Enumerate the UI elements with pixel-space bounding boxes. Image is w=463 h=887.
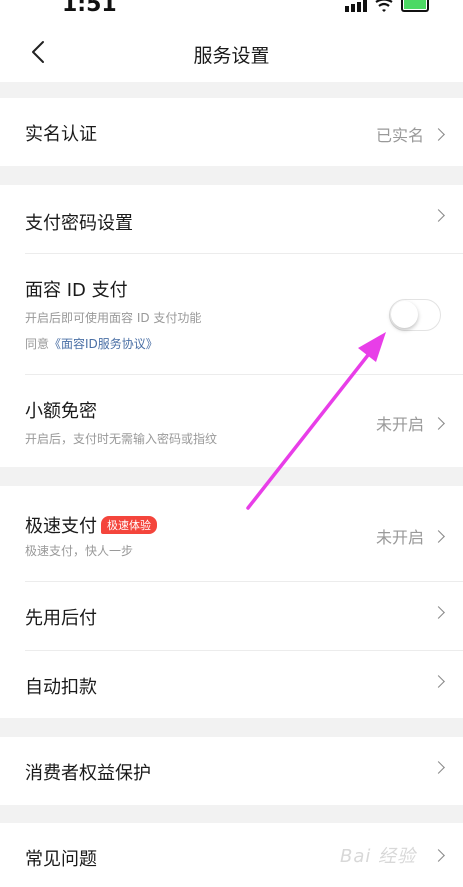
annotation-arrow-icon	[246, 332, 386, 510]
watermark-logo: Bai 经验	[340, 846, 417, 867]
